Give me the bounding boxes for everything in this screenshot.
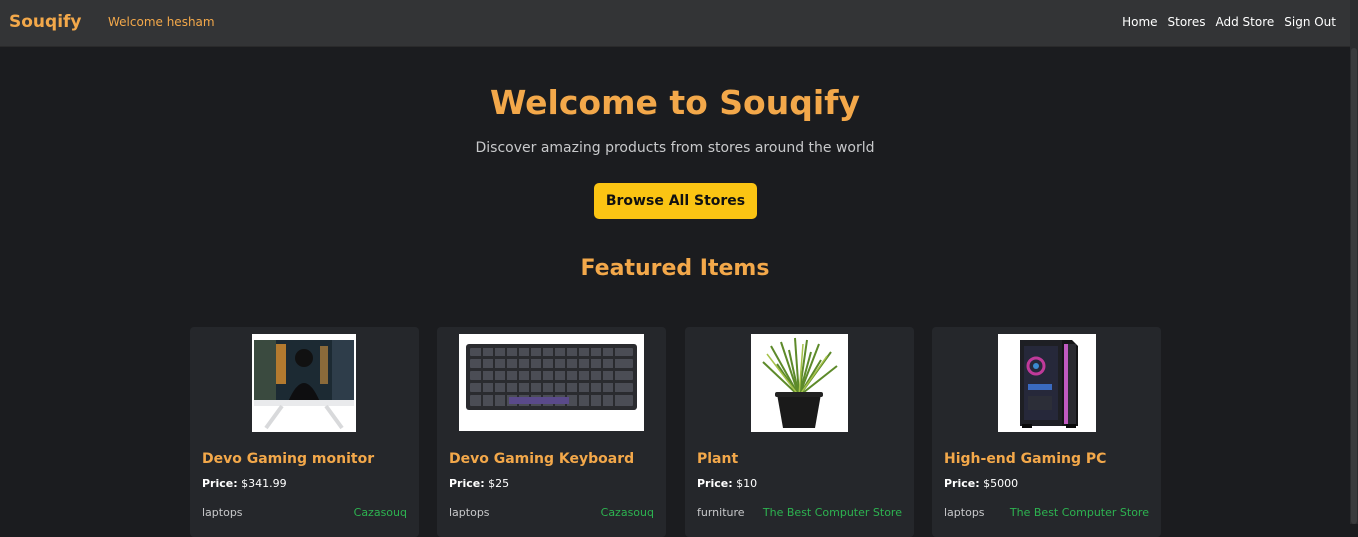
price-label: Price: <box>449 477 485 490</box>
page-scrollbar[interactable] <box>1350 0 1358 524</box>
product-name[interactable]: Devo Gaming Keyboard <box>449 451 634 467</box>
price-value: $341.99 <box>241 477 287 490</box>
product-card[interactable]: Devo Gaming monitor Price: $341.99 lapto… <box>190 327 419 537</box>
product-category: laptops <box>944 506 985 519</box>
product-name[interactable]: Devo Gaming monitor <box>202 451 374 467</box>
nav-sign-out[interactable]: Sign Out <box>1284 15 1336 29</box>
top-navbar: Souqify Welcome hesham Home Stores Add S… <box>0 0 1350 47</box>
product-category: laptops <box>202 506 243 519</box>
featured-items-title: Featured Items <box>580 256 770 281</box>
product-price: Price: $25 <box>449 477 509 490</box>
product-price: Price: $10 <box>697 477 757 490</box>
nav-home[interactable]: Home <box>1122 15 1157 29</box>
product-name[interactable]: Plant <box>697 451 738 467</box>
product-name[interactable]: High-end Gaming PC <box>944 451 1106 467</box>
price-value: $25 <box>488 477 510 490</box>
nav-add-store[interactable]: Add Store <box>1215 15 1274 29</box>
welcome-text: Welcome hesham <box>108 15 215 29</box>
price-label: Price: <box>697 477 733 490</box>
price-value: $5000 <box>983 477 1019 490</box>
product-store-link[interactable]: Cazasouq <box>601 506 654 519</box>
plant-image <box>751 334 848 432</box>
product-card[interactable]: Devo Gaming Keyboard Price: $25 laptops … <box>437 327 666 537</box>
brand-logo[interactable]: Souqify <box>9 12 82 32</box>
keyboard-image <box>459 334 644 431</box>
nav-links: Home Stores Add Store Sign Out <box>1122 15 1336 29</box>
price-value: $10 <box>736 477 758 490</box>
product-price: Price: $5000 <box>944 477 1018 490</box>
product-store-link[interactable]: Cazasouq <box>354 506 407 519</box>
product-category: furniture <box>697 506 745 519</box>
browse-all-stores-button[interactable]: Browse All Stores <box>594 183 757 219</box>
product-store-link[interactable]: The Best Computer Store <box>1010 506 1149 519</box>
product-card[interactable]: High-end Gaming PC Price: $5000 laptops … <box>932 327 1161 537</box>
gaming-monitor-image <box>252 334 356 432</box>
hero-subtitle: Discover amazing products from stores ar… <box>475 140 875 156</box>
product-category: laptops <box>449 506 490 519</box>
gaming-pc-image <box>998 334 1096 432</box>
product-price: Price: $341.99 <box>202 477 287 490</box>
product-card[interactable]: Plant Price: $10 furniture The Best Comp… <box>685 327 914 537</box>
price-label: Price: <box>944 477 980 490</box>
price-label: Price: <box>202 477 238 490</box>
hero-title: Welcome to Souqify <box>489 83 861 122</box>
product-store-link[interactable]: The Best Computer Store <box>763 506 902 519</box>
scrollbar-thumb[interactable] <box>1351 48 1357 524</box>
nav-stores[interactable]: Stores <box>1168 15 1206 29</box>
